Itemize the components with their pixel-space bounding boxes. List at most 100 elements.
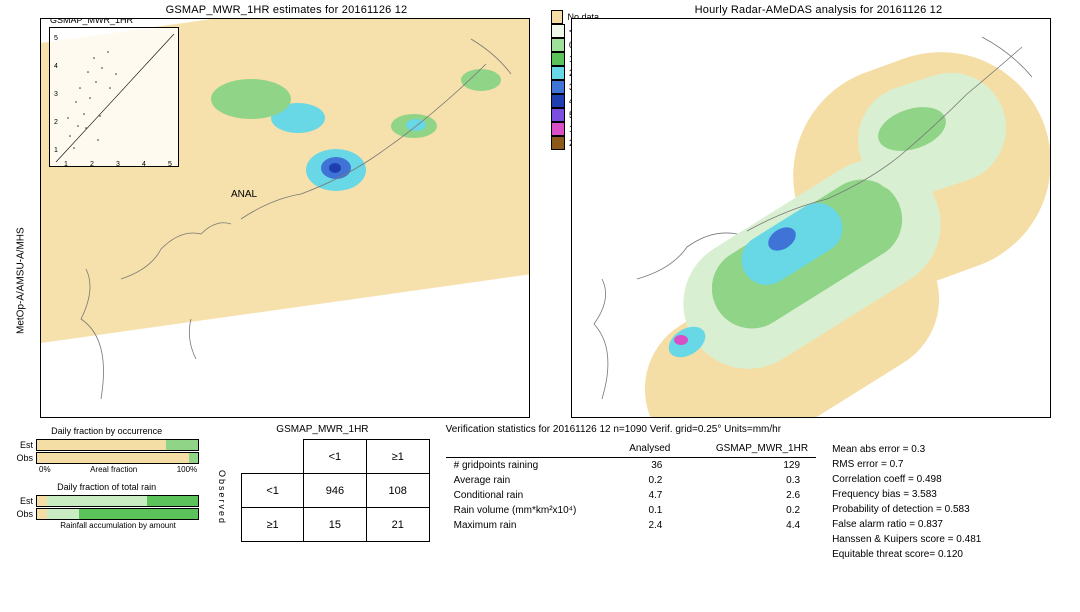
hbar-label: Est — [14, 496, 36, 506]
hbar-label: Obs — [14, 509, 36, 519]
verif-analysed: 0.1 — [606, 503, 679, 518]
ct-d: 21 — [366, 508, 429, 542]
svg-text:1: 1 — [64, 161, 68, 166]
contingency-table: <1 ≥1 <1 946 108 ≥1 15 21 — [241, 439, 429, 542]
metric-line: RMS error = 0.7 — [832, 457, 1066, 472]
colorbar-swatch — [551, 52, 565, 66]
hbar-row: Obs — [14, 508, 199, 520]
fraction-bars-column: Daily fraction by occurrence EstObs 0% A… — [14, 424, 199, 562]
metric-line: False alarm ratio = 0.837 — [832, 517, 1066, 532]
metric-line: Frequency bias = 3.583 — [832, 487, 1066, 502]
verif-analysed: 2.4 — [606, 518, 679, 533]
scale-left: 0% — [39, 465, 51, 474]
hbar-segment — [79, 509, 198, 519]
ct-c: 15 — [304, 508, 367, 542]
svg-text:3: 3 — [116, 161, 120, 166]
ct-row2: ≥1 — [242, 508, 304, 542]
hbar-row: Est — [14, 439, 199, 451]
occurrence-chart: Daily fraction by occurrence EstObs 0% A… — [14, 426, 199, 474]
verif-analysed: 0.2 — [606, 473, 679, 488]
scale-mid: Areal fraction — [90, 465, 137, 474]
hbar-segment — [37, 440, 166, 450]
scatter-plot-icon: 54 32 1 12 34 5 — [50, 28, 178, 166]
colorbar-swatch — [551, 108, 565, 122]
hbar — [36, 439, 199, 451]
bottom-row: Daily fraction by occurrence EstObs 0% A… — [0, 418, 1080, 562]
hbar-segment — [147, 496, 199, 506]
verif-row-name: Average rain — [446, 473, 606, 488]
verif-estimate: 0.3 — [678, 473, 816, 488]
verif-colA: Analysed — [606, 441, 679, 458]
hbar-segment — [47, 509, 79, 519]
contingency-title: GSMAP_MWR_1HR — [215, 424, 429, 435]
verif-row: Maximum rain2.44.4 — [446, 518, 816, 533]
ct-row1: <1 — [242, 474, 304, 508]
hbar — [36, 495, 199, 507]
verif-stats-table: Analysed GSMAP_MWR_1HR # gridpoints rain… — [446, 441, 816, 533]
verif-row-name: Maximum rain — [446, 518, 606, 533]
verif-analysed: 4.7 — [606, 488, 679, 503]
right-panel-title: Hourly Radar-AMeDAS analysis for 2016112… — [571, 4, 1066, 16]
metrics-list: Mean abs error = 0.3RMS error = 0.7Corre… — [832, 442, 1066, 562]
right-panel: Hourly Radar-AMeDAS analysis for 2016112… — [571, 4, 1066, 418]
coastline — [572, 19, 1050, 417]
verif-estimate: 4.4 — [678, 518, 816, 533]
colorbar-swatch — [551, 24, 565, 38]
hbar-segment — [166, 440, 198, 450]
ct-b: 108 — [366, 474, 429, 508]
ct-col2: ≥1 — [366, 440, 429, 474]
hbar-row: Est — [14, 495, 199, 507]
hbar-label: Obs — [14, 453, 36, 463]
colorbar-swatch — [551, 10, 563, 24]
hbar-segment — [37, 496, 47, 506]
colorbar-swatch — [551, 94, 565, 108]
colorbar-swatch — [551, 122, 565, 136]
svg-text:3: 3 — [54, 91, 58, 98]
verif-colB: GSMAP_MWR_1HR — [678, 441, 816, 458]
scatter-inset: GSMAP_MWR_1HR 54 32 1 12 34 — [49, 27, 179, 167]
svg-text:1: 1 — [54, 147, 58, 154]
metric-line: Probability of detection = 0.583 — [832, 502, 1066, 517]
verif-row-name: Rain volume (mm*km²x10⁴) — [446, 503, 606, 518]
scale-right: 100% — [177, 465, 197, 474]
total-rain-chart: Daily fraction of total rain Est Obs Rain… — [14, 482, 199, 530]
right-map: 45.40.35.30.25.20. 120.125.130.135.140.1… — [571, 18, 1051, 418]
verif-analysed: 36 — [606, 458, 679, 474]
colorbar-swatch — [551, 136, 565, 150]
verif-stats-column: Verification statistics for 20161126 12 … — [446, 424, 816, 562]
verif-row: Conditional rain4.72.6 — [446, 488, 816, 503]
ct-col1: <1 — [304, 440, 367, 474]
svg-text:5: 5 — [168, 161, 172, 166]
hbar-segment — [47, 496, 147, 506]
hbar-segment — [37, 453, 189, 463]
svg-text:4: 4 — [142, 161, 146, 166]
total-rain-title: Daily fraction of total rain — [14, 482, 199, 492]
metrics-column: Mean abs error = 0.3RMS error = 0.7Corre… — [832, 424, 1066, 562]
observed-side-label: Observed — [217, 470, 227, 525]
metric-line: Mean abs error = 0.3 — [832, 442, 1066, 457]
contingency-column: GSMAP_MWR_1HR Observed <1 ≥1 <1 946 108 … — [215, 424, 429, 562]
left-map: GSMAP_MWR_1HR 54 32 1 12 34 — [40, 18, 530, 418]
svg-text:2: 2 — [90, 161, 94, 166]
left-panel-title: GSMAP_MWR_1HR estimates for 20161126 12 — [14, 4, 559, 16]
left-panel-ylabel: MetOp-A/AMSU-A/MHS — [16, 227, 27, 334]
verif-row: Rain volume (mm*km²x10⁴)0.10.2 — [446, 503, 816, 518]
top-row: GSMAP_MWR_1HR estimates for 20161126 12 … — [0, 0, 1080, 418]
hbar — [36, 452, 199, 464]
metric-line: Equitable threat score= 0.120 — [832, 547, 1066, 562]
hbar-label: Est — [14, 440, 36, 450]
colorbar-swatch — [551, 66, 565, 80]
svg-text:4: 4 — [54, 63, 58, 70]
ct-a: 946 — [304, 474, 367, 508]
hbar-segment — [37, 509, 47, 519]
hbar-segment — [189, 453, 199, 463]
verif-row-name: # gridpoints raining — [446, 458, 606, 474]
inset-title: GSMAP_MWR_1HR — [50, 18, 133, 25]
verif-estimate: 0.2 — [678, 503, 816, 518]
colorbar-swatch — [551, 38, 565, 52]
verif-estimate: 129 — [678, 458, 816, 474]
verif-row: # gridpoints raining36129 — [446, 458, 816, 474]
total-rain-footer: Rainfall accumulation by amount — [60, 521, 176, 530]
verif-row-name: Conditional rain — [446, 488, 606, 503]
colorbar-swatch — [551, 80, 565, 94]
